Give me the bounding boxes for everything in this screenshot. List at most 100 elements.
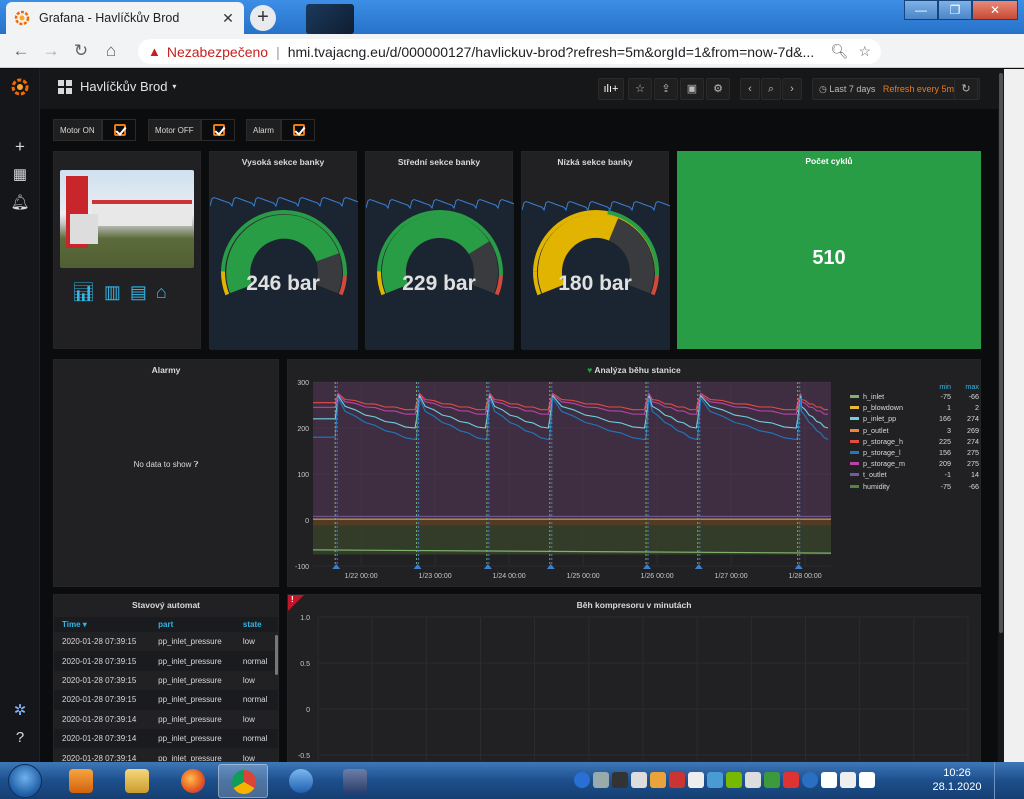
motor-off-variable[interactable]: Motor OFF [148,119,235,141]
legend-item[interactable]: p_blowdown 1 2 [850,402,979,413]
motor-on-checkbox[interactable] [101,119,136,141]
motor-off-checkbox[interactable] [200,119,235,141]
book-icon[interactable]: ▤ [130,282,147,303]
taskbar-clock[interactable]: 10:26 28.1.2020 [930,766,984,794]
tray-app-icon[interactable] [669,772,685,788]
legend-series-name[interactable]: p_storage_m [863,459,927,468]
scrollbar-thumb[interactable] [999,73,1003,633]
start-button[interactable] [8,764,42,798]
legend-item[interactable]: p_storage_h 225 274 [850,436,979,447]
bookmark-star-icon[interactable]: ☆ [858,43,871,60]
tray-app-icon[interactable] [764,772,780,788]
plus-icon[interactable]: + [0,137,40,157]
legend-item[interactable]: p_outlet 3 269 [850,425,979,436]
forward-arrow-icon[interactable]: → [36,36,66,66]
line-graph[interactable]: 300 200 100 0 -100 1/22 00:00 1/23 00:00 1/24 0… [288,360,848,588]
back-arrow-icon[interactable]: ← [6,36,36,66]
user-icon[interactable]: ✲ [0,701,40,719]
new-tab-button[interactable]: + [250,5,276,31]
browser-tab[interactable]: Grafana - Havlíčkův Brod ✕ [6,2,244,34]
warning-triangle-icon[interactable]: ▲ [148,44,161,59]
outlook-taskbar-icon[interactable] [276,764,326,798]
minimize-button[interactable]: — [904,0,938,20]
zoom-out-button[interactable]: ⌕ [761,78,781,100]
bell-icon[interactable]: 🔔︎ [0,193,40,211]
columns-icon[interactable]: ▥ [104,282,121,303]
show-desktop-button[interactable] [994,762,1008,799]
media-player-taskbar-icon[interactable] [56,764,106,798]
mail-icon[interactable] [859,772,875,788]
column-header-part[interactable]: part [150,617,235,632]
legend-item[interactable]: p_storage_m 209 275 [850,458,979,469]
star-dashboard-button[interactable]: ☆ [628,78,652,100]
time-forward-button[interactable]: › [782,78,802,100]
legend-swatch [850,484,859,488]
settings-gear-button[interactable]: ⚙ [706,78,730,100]
dashboards-grid-icon[interactable]: ▦ [0,165,40,183]
legend-series-name[interactable]: p_blowdown [863,403,927,412]
maximize-button[interactable]: ❐ [938,0,972,20]
tray-app-icon[interactable] [574,772,590,788]
refresh-dashboard-button[interactable]: ↻ [954,78,978,100]
tray-app-icon[interactable] [802,772,818,788]
tab-close-icon[interactable]: ✕ [220,10,236,27]
firefox-taskbar-icon[interactable] [168,764,218,798]
legend-series-name[interactable]: p_inlet_pp [863,414,927,423]
panel-title: Stavový automat [131,600,201,610]
tray-app-icon[interactable] [593,772,609,788]
legend-series-name[interactable]: t_outlet [863,470,927,479]
legend-series-name[interactable]: p_storage_h [863,437,927,446]
legend-swatch [850,417,859,421]
legend-series-name[interactable]: humidity [863,482,927,491]
column-header-state[interactable]: state [234,617,278,632]
motor-on-variable[interactable]: Motor ON [53,119,136,141]
time-back-button[interactable]: ‹ [740,78,760,100]
tray-app-icon[interactable] [612,772,628,788]
gauge-chart [366,198,514,350]
address-bar[interactable]: ▲ Nezabezpečeno | hmi.tvajacng.eu/d/0000… [138,39,881,64]
save-dashboard-button[interactable]: ▣ [680,78,704,100]
table-scrollbar[interactable] [275,635,278,675]
tray-app-icon[interactable] [707,772,723,788]
security-label[interactable]: Nezabezpečeno [167,44,268,60]
legend-item[interactable]: t_outlet -1 14 [850,469,979,480]
tray-app-icon[interactable] [745,772,761,788]
chrome-taskbar-icon[interactable] [218,764,268,798]
tray-app-icon[interactable] [726,772,742,788]
tray-app-icon[interactable] [783,772,799,788]
column-header-time[interactable]: Time ▾ [54,617,151,632]
flag-icon[interactable] [821,772,837,788]
home-icon[interactable]: ⌂ [96,36,126,66]
tray-app-icon[interactable] [650,772,666,788]
table-row: 2020-01-28 07:39:15 pp_inlet_pressure low [54,671,278,690]
url-text[interactable]: hmi.tvajacng.eu/d/000000127/havlickuv-br… [288,44,821,60]
share-dashboard-button[interactable]: ⇪ [654,78,678,100]
save-app-taskbar-icon[interactable] [330,764,380,798]
signal-icon[interactable] [688,772,704,788]
tray-app-icon[interactable] [631,772,647,788]
help-icon[interactable]: ? [0,729,40,746]
home-icon[interactable]: ⌂ [156,282,167,303]
legend-item[interactable]: humidity -75 -66 [850,481,979,492]
legend-item[interactable]: h_inlet -75 -66 [850,391,979,402]
alarm-checkbox[interactable] [280,119,315,141]
compressor-graph[interactable]: 1.0 0.5 0 -0.5 [288,595,981,762]
legend-swatch [850,462,859,466]
legend-series-name[interactable]: h_inlet [863,392,927,401]
dashboard-picker[interactable]: Havlíčkův Brod ▾ [58,79,176,94]
alarm-variable[interactable]: Alarm [246,119,315,141]
file-explorer-taskbar-icon[interactable] [112,764,162,798]
station-photo-panel: 📊︎ ▥ ▤ ⌂ [53,151,201,349]
grafana-logo-icon[interactable] [0,77,40,101]
legend-series-name[interactable]: p_storage_l [863,448,927,457]
close-window-button[interactable]: ✕ [972,0,1018,20]
volume-icon[interactable] [840,772,856,788]
reload-icon[interactable]: ↻ [66,36,96,66]
zoom-search-icon[interactable]: 🔍︎ [831,43,849,60]
add-panel-button[interactable]: ılı+ [598,78,624,100]
legend-item[interactable]: p_inlet_pp 166 274 [850,413,979,424]
legend-series-name[interactable]: p_outlet [863,426,927,435]
legend-item[interactable]: p_storage_l 156 275 [850,447,979,458]
legend-max: -66 [968,481,979,491]
bar-chart-icon[interactable]: 📊︎ [72,282,95,303]
